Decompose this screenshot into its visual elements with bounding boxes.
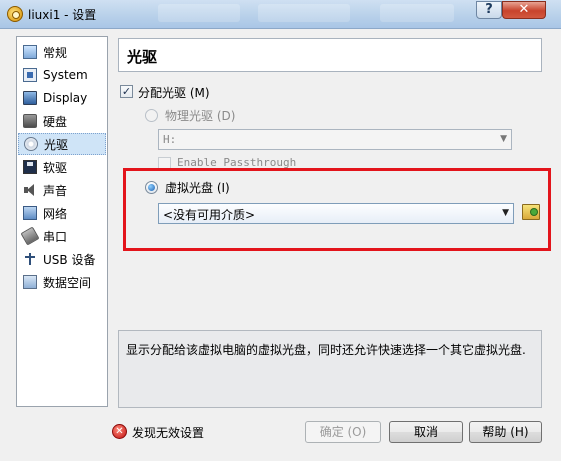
nav-item-label: 光驱 xyxy=(44,137,69,152)
nav-item-display[interactable]: Display xyxy=(18,87,106,109)
blurred-title-region xyxy=(258,4,350,22)
cancel-button[interactable]: 取消 xyxy=(389,421,463,443)
nav-item-label: 网络 xyxy=(43,206,68,221)
nav-item-label: Display xyxy=(43,91,88,105)
help-button[interactable]: ? xyxy=(476,1,502,19)
general-icon xyxy=(23,45,37,59)
nav-item-label: 声音 xyxy=(43,183,68,198)
display-icon xyxy=(23,91,37,105)
usb-icon xyxy=(23,252,37,266)
storage-icon xyxy=(23,114,37,128)
floppy-icon xyxy=(23,160,37,174)
system-icon xyxy=(23,68,37,82)
title-bar: liuxi1 - 设置 ? ✕ xyxy=(0,0,561,29)
blurred-title-region xyxy=(158,4,240,22)
highlight-annotation xyxy=(123,168,551,251)
host-drive-label: 物理光驱 (D) xyxy=(165,109,236,123)
help-dialog-button[interactable]: 帮助 (H) xyxy=(469,421,542,443)
blurred-title-region xyxy=(380,4,454,22)
nav-item-storage[interactable]: 硬盘 xyxy=(18,110,106,132)
close-button[interactable]: ✕ xyxy=(502,1,546,19)
nav-item-label: 常规 xyxy=(43,45,68,60)
network-icon xyxy=(23,206,37,220)
nav-item-label: System xyxy=(43,68,88,82)
ok-button[interactable]: 确定 (O) xyxy=(305,421,381,443)
window-title: liuxi1 - 设置 xyxy=(28,8,97,22)
shared-folder-icon xyxy=(23,275,37,289)
nav-item-usb[interactable]: USB 设备 xyxy=(18,248,106,270)
nav-item-general[interactable]: 常规 xyxy=(18,41,106,63)
nav-item-system[interactable]: System xyxy=(18,64,106,86)
nav-item-serial-port[interactable]: 串口 xyxy=(18,225,106,247)
host-drive-select[interactable]: H: ▼ xyxy=(158,129,512,150)
description-panel: 显示分配给该虚拟电脑的虚拟光盘，同时还允许快速选择一个其它虚拟光盘. xyxy=(118,330,542,408)
nav-item-label: USB 设备 xyxy=(43,252,96,267)
nav-item-label: 软驱 xyxy=(43,160,68,175)
nav-item-label: 串口 xyxy=(43,229,68,244)
mount-drive-label[interactable]: 分配光驱 (M) xyxy=(138,84,210,101)
description-text: 显示分配给该虚拟电脑的虚拟光盘，同时还允许快速选择一个其它虚拟光盘. xyxy=(126,343,526,357)
settings-gear-icon xyxy=(7,6,23,22)
page-title: 光驱 xyxy=(127,48,158,66)
nav-item-optical-drive[interactable]: 光驱 xyxy=(18,133,106,155)
settings-nav: 常规 System Display 硬盘 光驱 软驱 声音 网络 串口 USB … xyxy=(16,36,108,407)
nav-item-label: 硬盘 xyxy=(43,114,68,129)
nav-item-label: 数据空间 xyxy=(43,275,92,290)
serial-port-icon xyxy=(20,226,40,246)
section-header: 光驱 xyxy=(118,38,542,72)
chevron-down-icon: ▼ xyxy=(500,134,507,144)
nav-item-floppy[interactable]: 软驱 xyxy=(18,156,106,178)
host-drive-value: H: xyxy=(163,133,177,146)
nav-item-shared-folders[interactable]: 数据空间 xyxy=(18,271,106,293)
mount-drive-checkbox[interactable]: ✓ xyxy=(120,85,133,98)
error-icon[interactable]: ✕ xyxy=(112,424,127,439)
nav-item-audio[interactable]: 声音 xyxy=(18,179,106,201)
nav-item-network[interactable]: 网络 xyxy=(18,202,106,224)
invalid-settings-warning[interactable]: 发现无效设置 xyxy=(132,424,204,441)
host-drive-radio[interactable] xyxy=(145,109,158,122)
optical-drive-icon xyxy=(24,137,38,151)
audio-icon xyxy=(23,183,37,197)
